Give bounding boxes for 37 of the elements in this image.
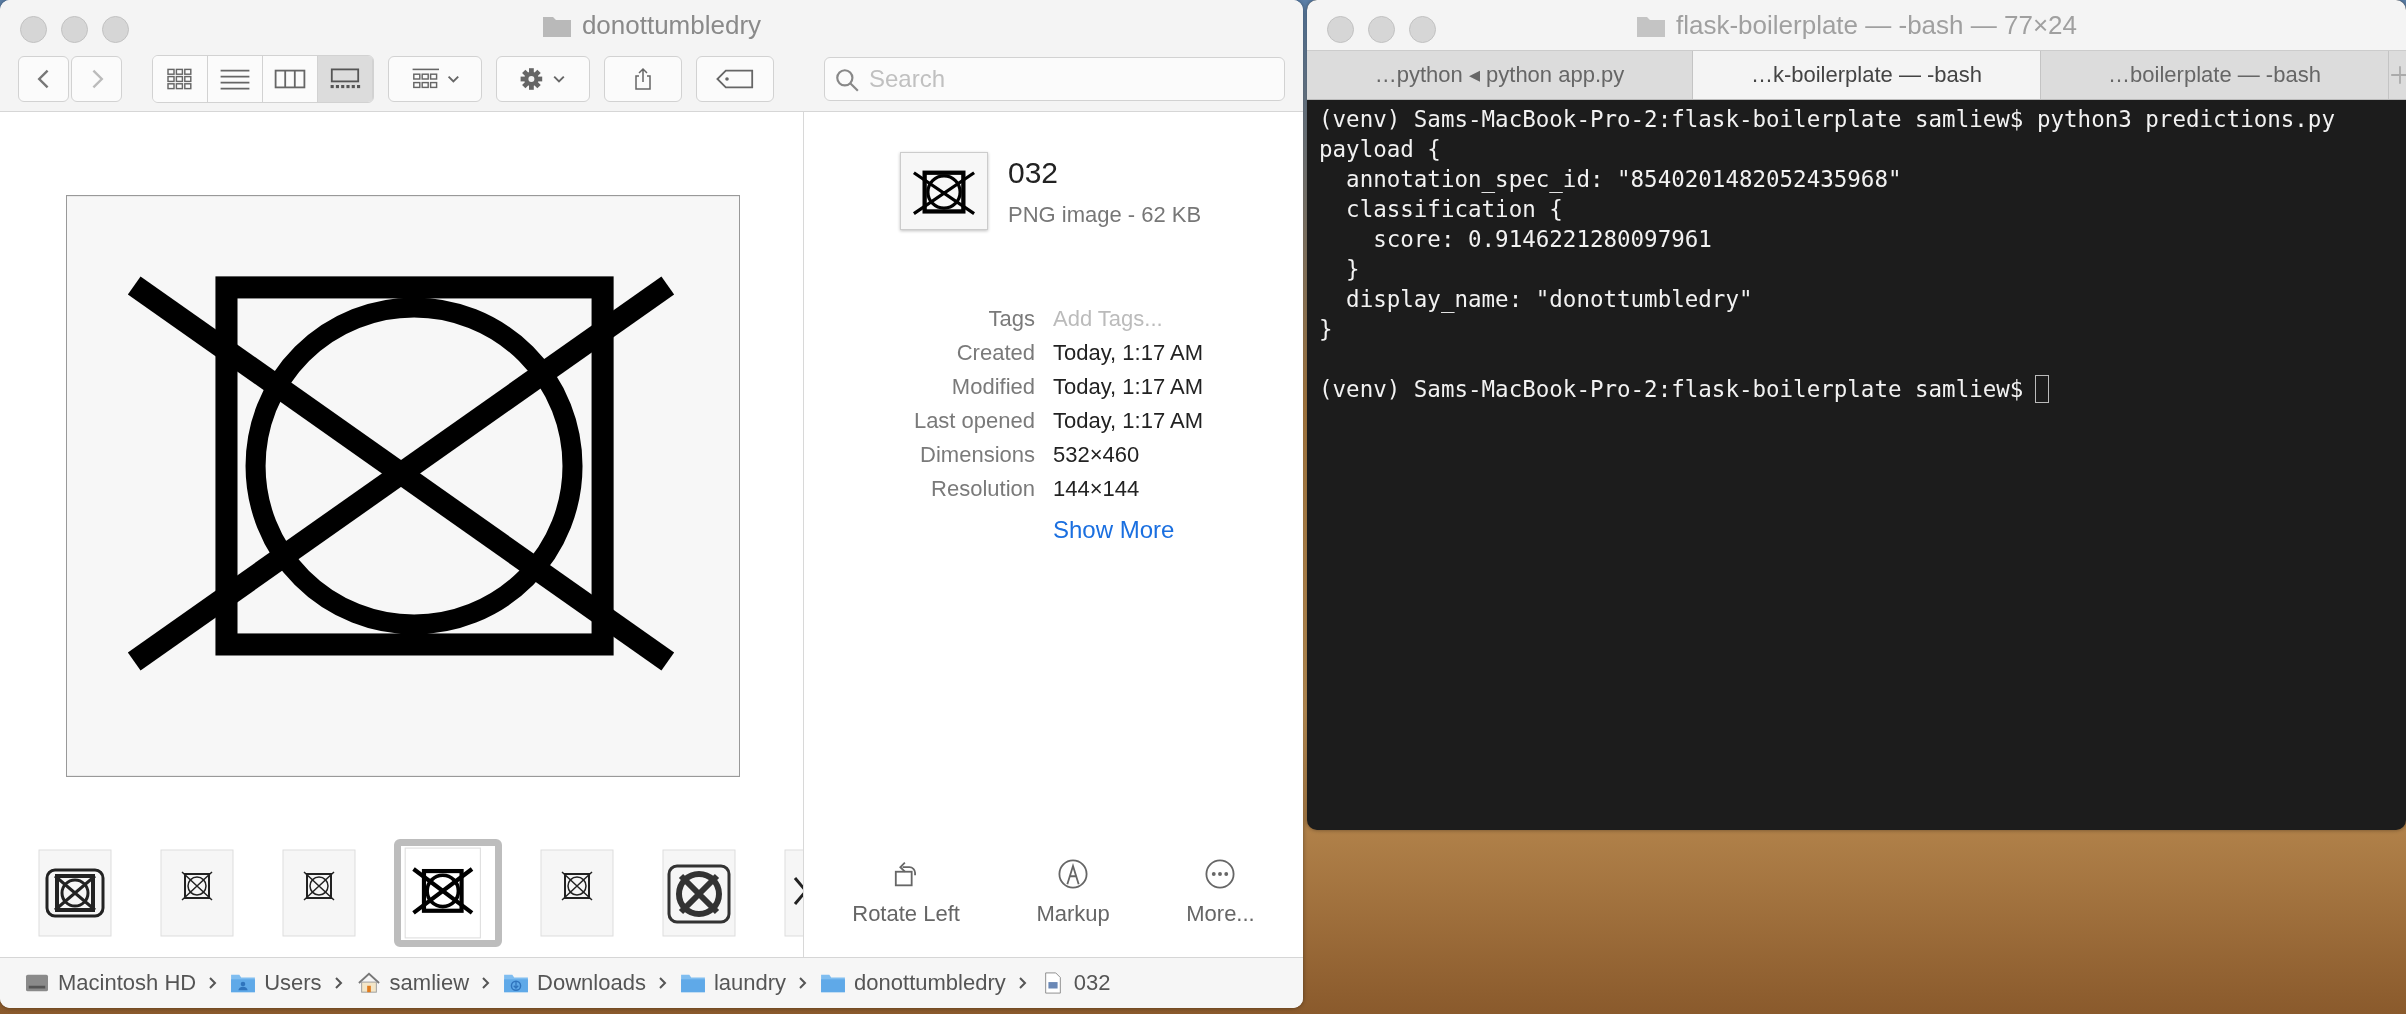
terminal-line: (venv) Sams-MacBook-Pro-2:flask-boilerplate samliew$ python3 predictions.py [1319, 105, 2336, 134]
file-type-size: PNG image - 62 KB [1008, 202, 1202, 228]
show-more-link[interactable]: Show More [1053, 516, 1175, 544]
path-item[interactable]: donottumbledry [820, 970, 1006, 996]
action-button[interactable]: More... [1186, 857, 1255, 927]
terminal-line: display_name: "donottumbledry" [1345, 285, 1754, 314]
info-value: Today, 1:17 AM [1053, 374, 1204, 400]
info-label: Dimensions [919, 442, 1035, 468]
path-item[interactable]: 032 [1039, 970, 1111, 996]
terminal-line: } [1345, 255, 1361, 284]
terminal-line: classification { [1345, 195, 1564, 224]
path-item[interactable]: Downloads [503, 970, 646, 996]
info-value: 532×460 [1053, 442, 1141, 468]
info-value: Today, 1:17 AM [1053, 408, 1204, 434]
info-label: Created [955, 340, 1035, 366]
file-name: 032 [1008, 156, 1060, 190]
terminal-line: payload { [1319, 135, 1442, 164]
info-label: Tags [987, 306, 1035, 332]
info-label: Modified [950, 374, 1035, 400]
terminal-tab[interactable]: …k-boilerplate — -bash [1693, 51, 2041, 99]
search-field[interactable]: Search [824, 57, 1285, 101]
action-button[interactable]: Markup [1036, 857, 1110, 927]
path-item[interactable]: Users [230, 970, 322, 996]
path-item[interactable]: Macintosh HD [24, 970, 197, 996]
terminal-line: } [1319, 315, 1334, 344]
info-value: 144×144 [1053, 476, 1141, 502]
info-label: Resolution [930, 476, 1035, 502]
info-value: Today, 1:17 AM [1053, 340, 1204, 366]
action-button[interactable]: Rotate Left [852, 857, 960, 927]
terminal-line: score: 0.9146221280097961 [1372, 225, 1713, 254]
window-title: flask-boilerplate — -bash — 77×24 [1675, 10, 2077, 41]
path-item[interactable]: laundry [679, 970, 787, 996]
terminal-line: annotation_spec_id: "8540201482052435968" [1345, 165, 1903, 194]
info-label: Last opened [912, 408, 1035, 434]
window-title: donottumbledry [581, 10, 762, 41]
path-item[interactable]: samliew [355, 970, 470, 996]
terminal-prompt: (venv) Sams-MacBook-Pro-2:flask-boilerplate samliew$ [1319, 375, 2024, 404]
